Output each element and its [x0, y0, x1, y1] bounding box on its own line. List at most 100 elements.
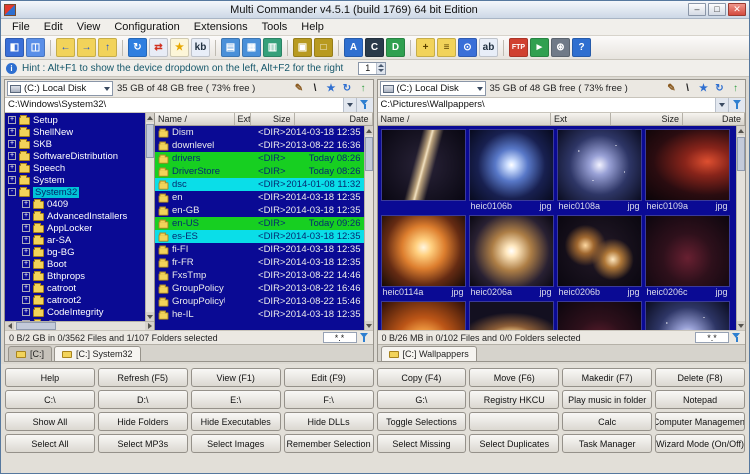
command-button-move-f6[interactable]: Move (F6)	[469, 368, 559, 387]
scroll-up-icon[interactable]	[737, 126, 745, 135]
tree-expander-icon[interactable]: +	[22, 272, 30, 280]
scroll-down-icon[interactable]	[365, 321, 373, 330]
tree-item-0409[interactable]: +0409	[5, 198, 145, 210]
file-row-fr-fr[interactable]: fr-FR<DIR>2014-03-18 12:35	[155, 256, 364, 269]
scroll-thumb[interactable]	[16, 322, 56, 330]
file-row-downlevel[interactable]: downlevel<DIR>2013-08-22 16:36	[155, 139, 364, 152]
thumbs-vertical-scrollbar[interactable]	[736, 126, 745, 330]
unpack-archive-icon[interactable]: □	[314, 38, 333, 57]
hint-counter-spinner[interactable]: 1	[358, 62, 386, 75]
scroll-down-icon[interactable]	[146, 312, 154, 321]
scroll-up-icon[interactable]	[146, 113, 154, 122]
tree-item-applocker[interactable]: +AppLocker	[5, 222, 145, 234]
command-button-wizard-mode-on-off[interactable]: Wizard Mode (On/Off)	[655, 434, 745, 453]
command-button-remember-selection[interactable]: Remember Selection	[284, 434, 374, 453]
tree-item-system[interactable]: +System	[5, 174, 145, 186]
explorer-panel-icon[interactable]: ◧	[5, 38, 24, 57]
left-path-dropdown[interactable]	[343, 98, 356, 112]
tree-expander-icon[interactable]: +	[8, 140, 16, 148]
right-device-dropdown[interactable]: (C:) Local Disk	[380, 81, 486, 96]
refresh-icon[interactable]: ↻	[340, 81, 355, 96]
tree-expander-icon[interactable]: +	[22, 260, 30, 268]
tree-expander-icon[interactable]: +	[8, 128, 16, 136]
file-row-dsc[interactable]: dsc<DIR>2014-01-08 11:32	[155, 178, 364, 191]
column-header-date[interactable]: Date	[295, 113, 373, 125]
column-header-ext[interactable]: Ext	[235, 113, 251, 125]
menu-item-extensions[interactable]: Extensions	[187, 20, 255, 34]
file-row-fxstmp[interactable]: FxsTmp<DIR>2013-08-22 14:46	[155, 269, 364, 282]
favorites-icon[interactable]: ★	[170, 38, 189, 57]
column-header-date[interactable]: Date	[683, 113, 745, 125]
sync-panels-icon[interactable]: ⇄	[149, 38, 168, 57]
parent-folder-icon[interactable]: ↑	[98, 38, 117, 57]
tree-expander-icon[interactable]: +	[22, 200, 30, 208]
right-filter-value[interactable]: *.*	[695, 332, 729, 343]
edit-path-icon[interactable]: ✎	[664, 81, 679, 96]
command-button-hide-folders[interactable]: Hide Folders	[98, 412, 188, 431]
tree-horizontal-scrollbar[interactable]	[5, 321, 154, 330]
command-button-calc[interactable]: Calc	[562, 412, 652, 431]
tab-c-wallpappers[interactable]: [C:] Wallpappers	[381, 346, 477, 361]
tree-expander-icon[interactable]: +	[8, 116, 16, 124]
tab-c-system32[interactable]: [C:] System32	[54, 346, 141, 361]
scroll-track[interactable]	[365, 135, 373, 321]
refresh-icon[interactable]: ↻	[128, 38, 147, 57]
menu-item-file[interactable]: File	[5, 20, 37, 34]
command-button-e[interactable]: E:\	[191, 390, 281, 409]
file-row-es-es[interactable]: es-ES<DIR>2014-03-18 12:35	[155, 230, 364, 243]
thumbnail-item-heic0206c[interactable]: heic0206cjpg	[645, 215, 730, 299]
thumbnail-view-icon[interactable]: ▦	[242, 38, 261, 57]
right-path-filter-button[interactable]	[728, 98, 745, 112]
tree-expander-icon[interactable]: +	[22, 212, 30, 220]
tab-c[interactable]: [C:]	[8, 346, 52, 361]
column-header-size[interactable]: Size	[251, 113, 295, 125]
refresh-icon[interactable]: ↻	[712, 81, 727, 96]
file-row-dism[interactable]: Dism<DIR>2014-03-18 12:35	[155, 126, 364, 139]
documents-icon[interactable]: D	[386, 38, 405, 57]
command-button-select-images[interactable]: Select Images	[191, 434, 281, 453]
column-header-ext[interactable]: Ext	[551, 113, 611, 125]
left-status-filter-icon[interactable]	[360, 333, 369, 343]
command-button-refresh-f5[interactable]: Refresh (F5)	[98, 368, 188, 387]
tree-vertical-scrollbar[interactable]	[145, 113, 154, 321]
favorites-star-icon[interactable]: ★	[324, 81, 339, 96]
tree-item-bthprops[interactable]: +Bthprops	[5, 270, 145, 282]
scroll-thumb[interactable]	[146, 124, 154, 158]
right-status-filter-icon[interactable]	[732, 333, 741, 343]
scroll-thumb[interactable]	[365, 137, 373, 171]
command-button-view-f1[interactable]: View (F1)	[191, 368, 281, 387]
file-row-grouppolicyusers[interactable]: GroupPolicyUsers<DIR>2013-08-22 15:46	[155, 295, 364, 308]
command-button-registry-hkcu[interactable]: Registry HKCU	[469, 390, 559, 409]
tree-expander-icon[interactable]: -	[8, 188, 16, 196]
list-vertical-scrollbar[interactable]	[364, 126, 373, 330]
command-button-f[interactable]: F:\	[284, 390, 374, 409]
file-row-en-us[interactable]: en-US<DIR>Today 09:26	[155, 217, 364, 230]
right-path[interactable]: C:\Pictures\Wallpappers\	[378, 98, 716, 112]
column-header-size[interactable]: Size	[611, 113, 683, 125]
favorites-star-icon[interactable]: ★	[696, 81, 711, 96]
tree-item-catroot2[interactable]: +catroot2	[5, 294, 145, 306]
command-button-copy-f4[interactable]: Copy (F4)	[377, 368, 467, 387]
details-view-icon[interactable]: ▥	[263, 38, 282, 57]
thumbnail-item[interactable]	[381, 129, 466, 213]
command-button-select-mp3s[interactable]: Select MP3s	[98, 434, 188, 453]
thumbnail-item-heic0114a[interactable]: heic0114ajpg	[381, 215, 466, 299]
tree-expander-icon[interactable]: +	[22, 296, 30, 304]
menu-item-edit[interactable]: Edit	[37, 20, 70, 34]
command-button-hide-executables[interactable]: Hide Executables	[191, 412, 281, 431]
parent-folder-icon[interactable]: ↑	[728, 81, 743, 96]
quick-run-icon[interactable]: ►	[530, 38, 549, 57]
thumbnail-item[interactable]	[645, 301, 730, 330]
command-button-notepad[interactable]: Notepad	[655, 390, 745, 409]
tree-item-setup[interactable]: +Setup	[5, 114, 145, 126]
scroll-down-icon[interactable]	[737, 321, 745, 330]
command-button-select-duplicates[interactable]: Select Duplicates	[469, 434, 559, 453]
command-button-select-all[interactable]: Select All	[5, 434, 95, 453]
commandline-icon[interactable]: C	[365, 38, 384, 57]
thumbnail-item[interactable]	[381, 301, 466, 330]
scroll-track[interactable]	[737, 135, 745, 321]
tree-expander-icon[interactable]: +	[22, 236, 30, 244]
keyboard-icon[interactable]: kb	[191, 38, 210, 57]
tree-expander-icon[interactable]: +	[22, 284, 30, 292]
edit-path-icon[interactable]: ✎	[292, 81, 307, 96]
